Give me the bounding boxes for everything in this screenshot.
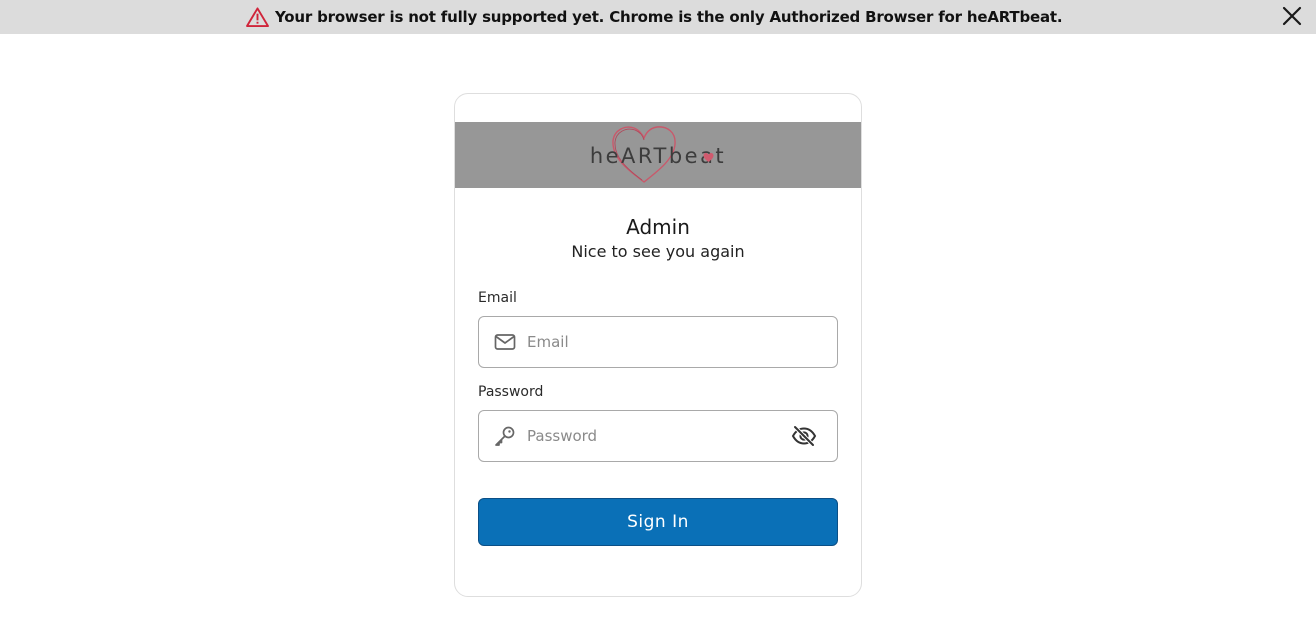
email-field[interactable]: [478, 316, 838, 368]
banner-text: Your browser is not fully supported yet.…: [275, 8, 1063, 26]
password-field[interactable]: [478, 410, 838, 462]
login-subtitle: Nice to see you again: [571, 242, 745, 261]
password-visibility-toggle[interactable]: [791, 425, 817, 447]
close-icon: [1282, 6, 1302, 26]
login-title: Admin: [626, 215, 690, 239]
heart-dot-icon: [703, 152, 714, 162]
login-card: heARTbeat Admin Nice to see you again Em…: [454, 93, 862, 597]
email-input[interactable]: [527, 329, 767, 355]
logo-banner: heARTbeat: [455, 122, 861, 188]
password-input[interactable]: [527, 423, 767, 449]
eye-slash-icon: [791, 425, 817, 447]
email-label: Email: [478, 290, 517, 306]
banner-message: Your browser is not fully supported yet.…: [246, 7, 1063, 27]
warning-triangle-icon: [246, 7, 269, 27]
envelope-icon: [494, 334, 516, 350]
key-icon: [495, 426, 515, 446]
logo-wordmark: heARTbeat: [589, 144, 727, 168]
password-label: Password: [478, 384, 544, 400]
browser-warning-banner: Your browser is not fully supported yet.…: [0, 0, 1316, 34]
banner-close-button[interactable]: [1281, 5, 1303, 27]
sign-in-button[interactable]: Sign In: [478, 498, 838, 546]
